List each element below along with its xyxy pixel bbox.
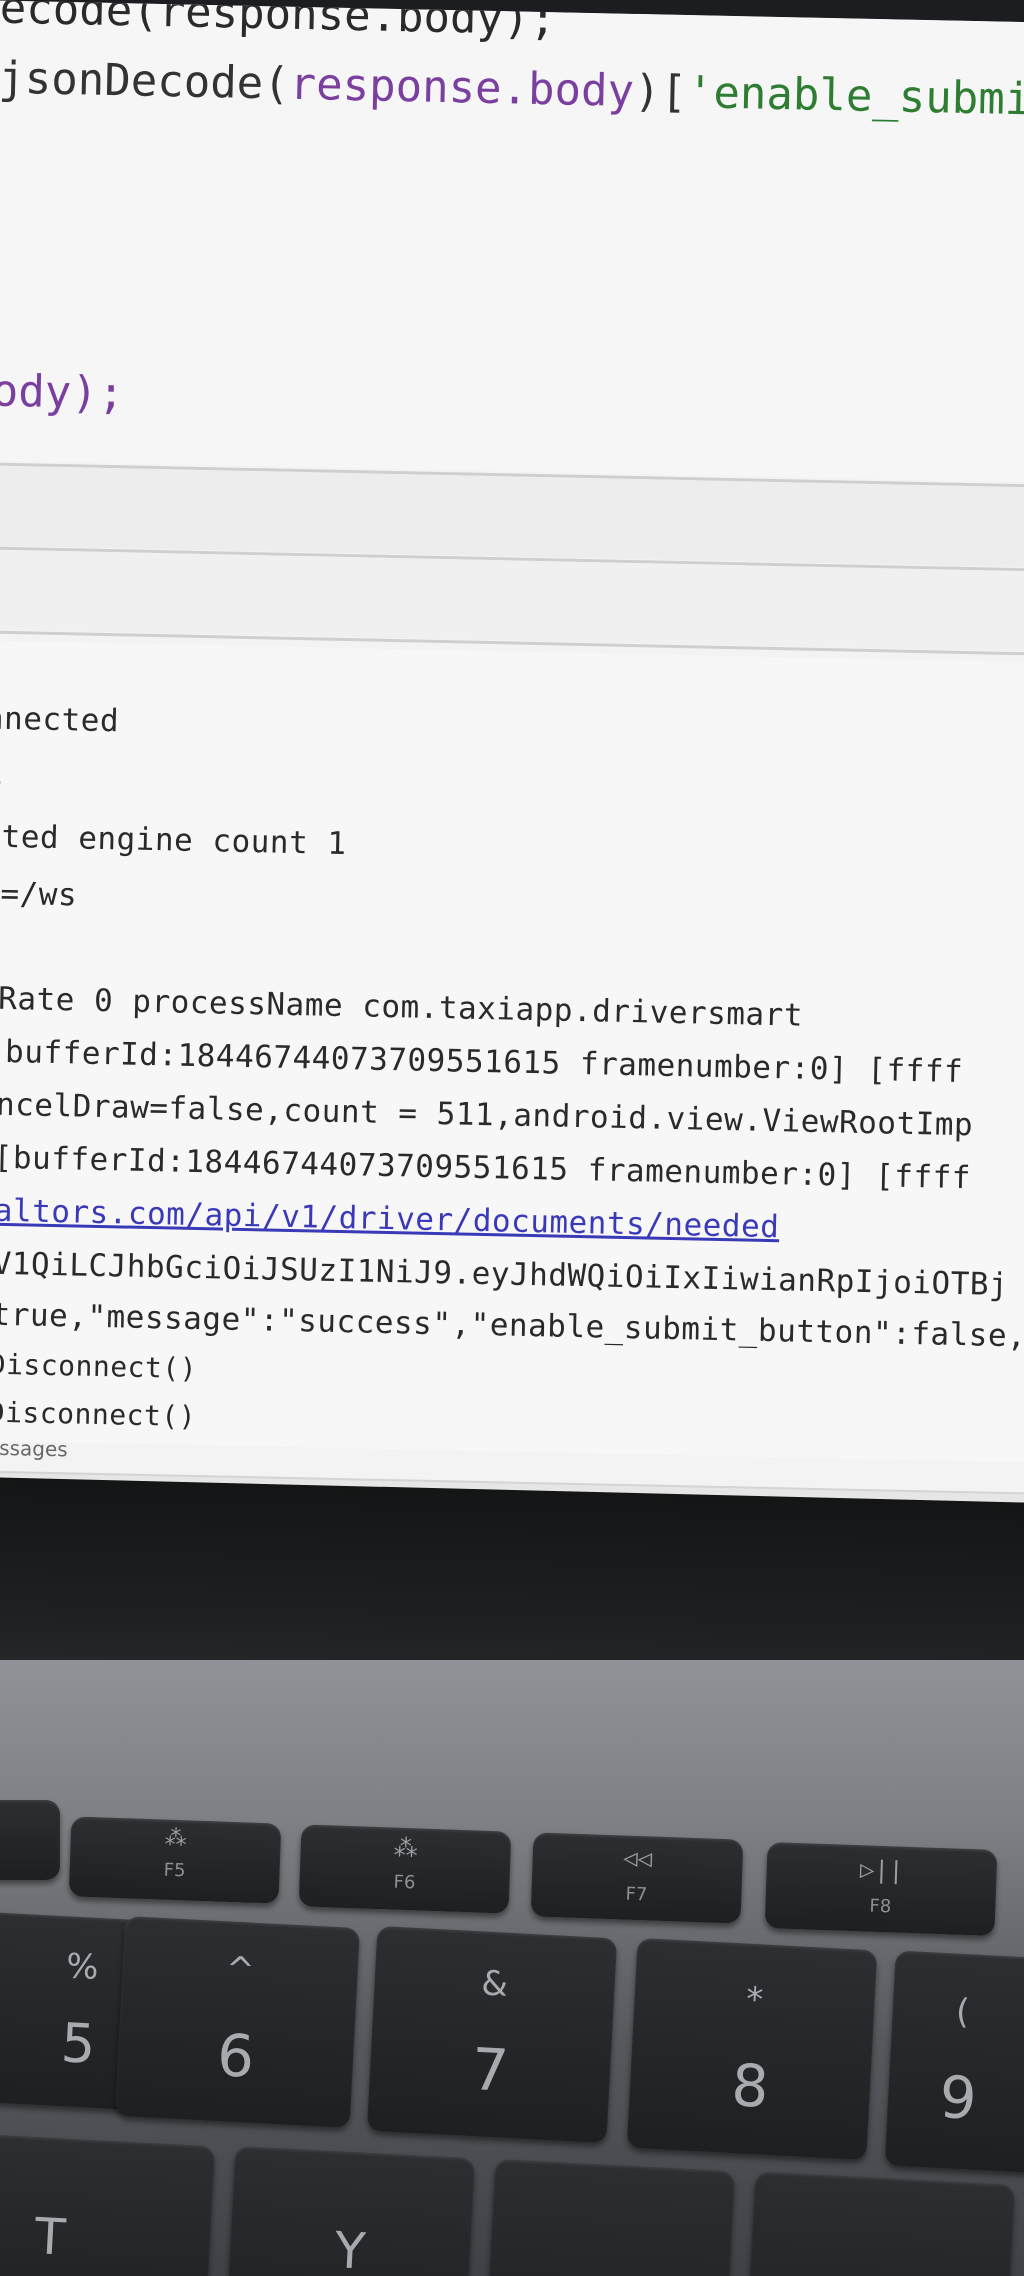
key-i[interactable] (744, 2171, 1016, 2276)
key-y[interactable]: Y (224, 2145, 476, 2276)
api-url-link[interactable]: ealtors.com/api/v1/driver/documents/need… (0, 1192, 780, 1245)
run-console: nnected S cted engine count 1 A=/ws nRat… (0, 639, 1024, 1533)
keyboard-backlight-down-icon: ⁂ (164, 1825, 188, 1852)
key-7[interactable]: & 7 (366, 1925, 618, 2144)
log-line: ancelDraw=false,count = 511,android.view… (0, 1086, 974, 1144)
key-symbol: ^ (224, 1949, 256, 1991)
key-letter: Y (333, 2221, 367, 2276)
key-6[interactable]: ^ 6 (114, 1915, 361, 2129)
key-symbol: * (745, 1979, 765, 2021)
key-number: 9 (937, 2062, 979, 2133)
laptop-screen: ecode(response.body); jsonDecode(respons… (0, 0, 1024, 1573)
key-letter: T (33, 2207, 67, 2267)
keyboard-deck: ⁂ F5 ⁂ F6 ◁◁ F7 ▷|| F8 % 5 ^ 6 & 7 * 8 (… (0, 1660, 1024, 2276)
key-symbol: & (480, 1963, 509, 2005)
key-number: 6 (215, 2021, 256, 2091)
log-line: cted engine count 1 (0, 818, 347, 863)
key-label: F7 (625, 1883, 648, 1906)
log-line: nDisconnect() (0, 1395, 197, 1434)
key-label: F6 (393, 1871, 416, 1894)
key-8[interactable]: * 8 (626, 1937, 878, 2161)
key-u[interactable] (484, 2158, 736, 2276)
code-field-tail: ody); (0, 365, 125, 420)
messages-tab[interactable]: Messages (0, 1435, 68, 1461)
log-line: :true,"message":"success","enable_submit… (0, 1296, 1024, 1355)
key-f6[interactable]: ⁂ F6 (298, 1824, 512, 1914)
code-call: jsonDecode( (0, 52, 291, 110)
key-t[interactable]: T (0, 2133, 216, 2276)
key-f7[interactable]: ◁◁ F7 (530, 1832, 744, 1924)
log-line: A=/ws (0, 875, 78, 914)
log-line: [bufferId:18446744073709551615 framenumb… (0, 1139, 972, 1197)
code-punct: )[ (633, 65, 688, 119)
key-f8[interactable]: ▷|| F8 (764, 1842, 998, 1936)
log-line: nRate 0 processName com.taxiapp.driversm… (0, 980, 804, 1034)
log-line: nnected (0, 700, 120, 740)
code-string: 'enable_submit (686, 67, 1024, 126)
key-number: 8 (729, 2051, 771, 2121)
log-line: S (0, 760, 4, 797)
code-line-3: ody); (0, 366, 125, 420)
log-line: nDisconnect() (0, 1347, 198, 1386)
key-9[interactable]: ( 9 (884, 1950, 1024, 2177)
key-symbol: ( (954, 1991, 971, 2033)
code-line-2: jsonDecode(response.body)['enable_submit (0, 53, 1024, 126)
log-line: [bufferId:18446744073709551615 framenumb… (0, 1033, 964, 1091)
keyboard-backlight-up-icon: ⁂ (393, 1833, 419, 1863)
key-number: 7 (469, 2035, 511, 2105)
log-line: KV1QiLCJhbGciOiJSUzI1NiJ9.eyJhdWQiOiIxIi… (0, 1245, 1009, 1304)
code-editor: ecode(response.body); jsonDecode(respons… (0, 0, 1024, 484)
rewind-icon: ◁◁ (622, 1843, 653, 1873)
code-field: response.body (289, 58, 635, 117)
key-f4[interactable] (0, 1800, 60, 1880)
key-label: F8 (869, 1895, 892, 1918)
key-f5[interactable]: ⁂ F5 (68, 1816, 282, 1904)
code-line-1: ecode(response.body); (0, 0, 557, 46)
play-pause-icon: ▷|| (859, 1855, 904, 1885)
key-label: F5 (163, 1859, 186, 1882)
